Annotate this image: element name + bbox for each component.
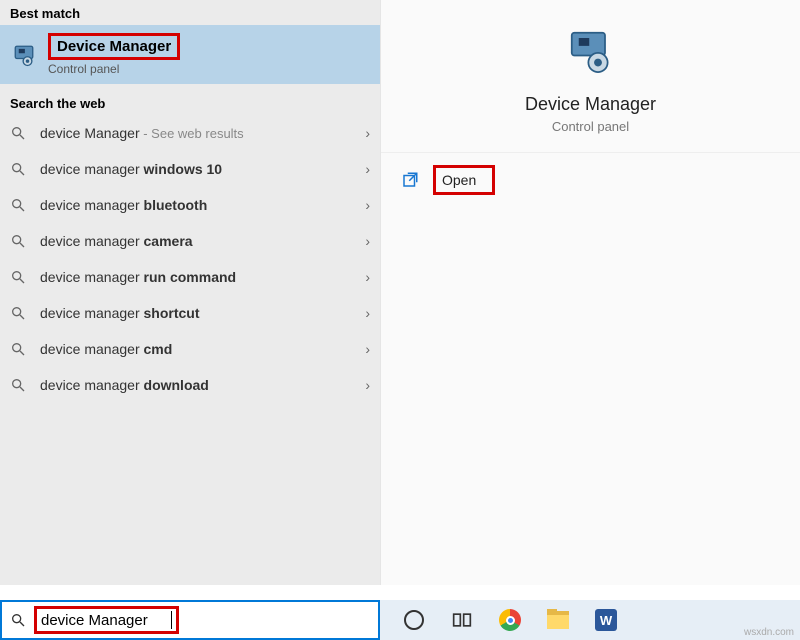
- open-label: Open: [442, 172, 476, 188]
- web-results-list: device Manager - See web results › devic…: [0, 115, 380, 585]
- web-result-item[interactable]: device manager download ›: [0, 367, 380, 403]
- preview-pane: Device Manager Control panel Open: [380, 0, 800, 585]
- taskbar: W: [380, 600, 800, 640]
- web-result-text: device Manager - See web results: [40, 125, 365, 141]
- search-icon: [10, 612, 26, 628]
- chevron-right-icon: ›: [365, 377, 370, 393]
- open-icon: [401, 171, 419, 189]
- chrome-icon[interactable]: [498, 608, 522, 632]
- open-action[interactable]: Open: [381, 153, 800, 207]
- chevron-right-icon: ›: [365, 233, 370, 249]
- device-manager-icon: [10, 41, 38, 69]
- search-input[interactable]: [41, 612, 171, 629]
- preview-subtitle: Control panel: [381, 119, 800, 134]
- highlight-box: [34, 606, 179, 634]
- search-icon: [10, 341, 26, 357]
- best-match-subtitle: Control panel: [48, 62, 180, 76]
- chevron-right-icon: ›: [365, 161, 370, 177]
- web-result-item[interactable]: device manager bluetooth ›: [0, 187, 380, 223]
- search-icon: [10, 269, 26, 285]
- file-explorer-icon[interactable]: [546, 608, 570, 632]
- best-match-title: Device Manager: [57, 38, 171, 55]
- search-results-pane: Best match Device Manager Control panel …: [0, 0, 380, 585]
- web-result-text: device manager cmd: [40, 341, 365, 357]
- search-icon: [10, 233, 26, 249]
- web-result-text: device manager windows 10: [40, 161, 365, 177]
- search-bar[interactable]: [0, 600, 380, 640]
- task-view-icon[interactable]: [450, 608, 474, 632]
- preview-title: Device Manager: [381, 94, 800, 115]
- web-result-text: device manager bluetooth: [40, 197, 365, 213]
- search-web-header: Search the web: [0, 90, 380, 115]
- cortana-icon[interactable]: [402, 608, 426, 632]
- word-icon[interactable]: W: [594, 608, 618, 632]
- search-icon: [10, 161, 26, 177]
- web-result-text: device manager run command: [40, 269, 365, 285]
- chevron-right-icon: ›: [365, 305, 370, 321]
- search-icon: [10, 197, 26, 213]
- web-result-text: device manager camera: [40, 233, 365, 249]
- search-icon: [10, 377, 26, 393]
- web-result-item[interactable]: device Manager - See web results ›: [0, 115, 380, 151]
- web-result-item[interactable]: device manager cmd ›: [0, 331, 380, 367]
- highlight-box: Open: [433, 165, 495, 195]
- chevron-right-icon: ›: [365, 269, 370, 285]
- watermark: wsxdn.com: [744, 627, 794, 638]
- highlight-box: Device Manager: [48, 33, 180, 60]
- text-cursor: [171, 611, 172, 629]
- web-result-item[interactable]: device manager shortcut ›: [0, 295, 380, 331]
- web-result-item[interactable]: device manager camera ›: [0, 223, 380, 259]
- web-result-text: device manager download: [40, 377, 365, 393]
- best-match-header: Best match: [0, 0, 380, 25]
- chevron-right-icon: ›: [365, 197, 370, 213]
- web-result-text: device manager shortcut: [40, 305, 365, 321]
- web-result-item[interactable]: device manager windows 10 ›: [0, 151, 380, 187]
- device-manager-icon-large: [563, 24, 619, 80]
- chevron-right-icon: ›: [365, 341, 370, 357]
- search-icon: [10, 305, 26, 321]
- best-match-item[interactable]: Device Manager Control panel: [0, 25, 380, 84]
- chevron-right-icon: ›: [365, 125, 370, 141]
- web-result-item[interactable]: device manager run command ›: [0, 259, 380, 295]
- search-icon: [10, 125, 26, 141]
